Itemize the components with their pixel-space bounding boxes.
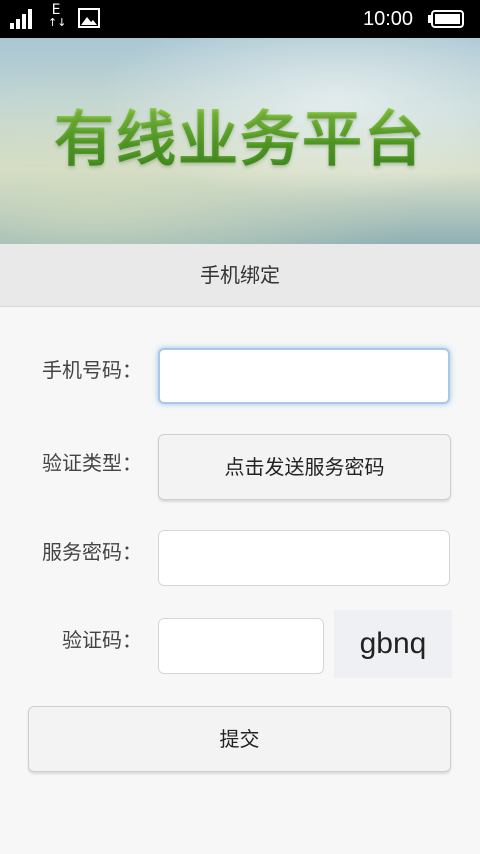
captcha-image[interactable]: gbnq — [334, 610, 452, 678]
phone-input[interactable] — [158, 348, 450, 404]
captcha-input[interactable] — [158, 618, 324, 674]
captcha-label: 验证码： — [62, 628, 142, 652]
service-password-input[interactable] — [158, 530, 450, 586]
phone-label: 手机号码： — [42, 358, 142, 382]
send-service-password-button[interactable]: 点击发送服务密码 — [158, 434, 451, 500]
verify-type-label: 验证类型： — [42, 451, 142, 475]
banner: 有线业务平台 — [0, 38, 480, 244]
service-password-label: 服务密码： — [42, 540, 142, 564]
image-icon — [78, 8, 100, 28]
clock: 10:00 — [362, 8, 414, 30]
submit-button[interactable]: 提交 — [28, 706, 451, 772]
signal-icon — [10, 9, 32, 29]
network-type-indicator: E ↑↓ — [48, 3, 67, 33]
status-bar: E ↑↓ 10:00 — [0, 0, 480, 38]
banner-title: 有线业务平台 — [0, 100, 480, 180]
data-activity-arrows-icon: ↑↓ — [48, 16, 67, 29]
page-title: 手机绑定 — [0, 244, 480, 307]
battery-icon — [428, 10, 464, 28]
